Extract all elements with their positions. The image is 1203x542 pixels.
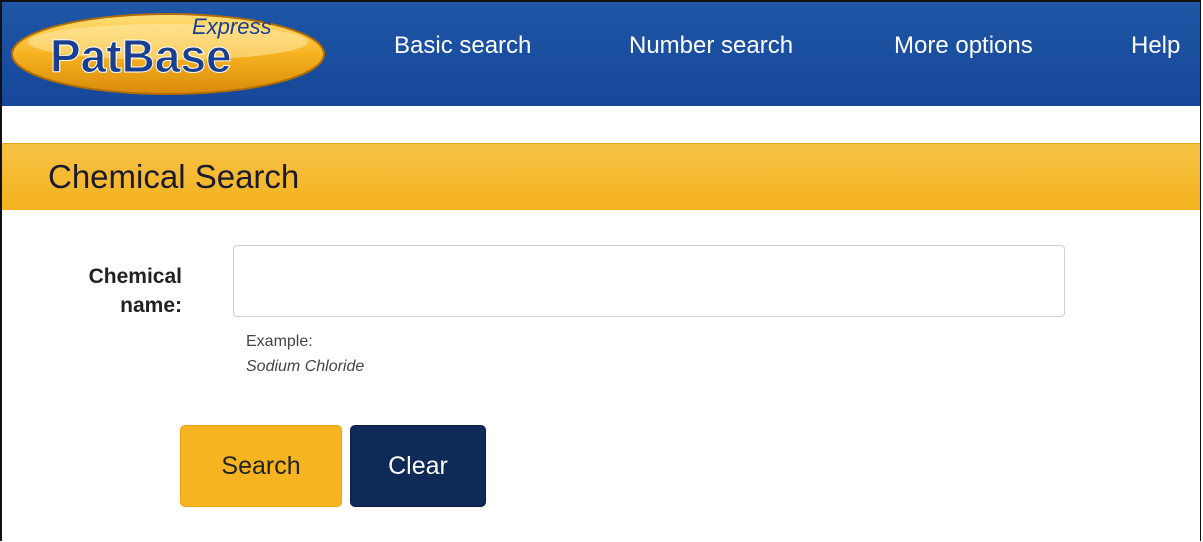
example-value: Sodium Chloride	[246, 358, 365, 375]
example-label: Example:	[246, 333, 313, 350]
clear-button[interactable]: Clear	[350, 425, 486, 507]
nav-basic-search[interactable]: Basic search	[394, 32, 531, 60]
svg-text:Express: Express	[192, 14, 271, 39]
patbase-express-logo[interactable]: PatBase Express	[10, 4, 326, 96]
page-frame: PatBase Express Basic search Number sear…	[0, 0, 1201, 541]
logo-graphic: PatBase Express	[11, 13, 325, 95]
chemical-name-input[interactable]	[233, 245, 1065, 317]
top-navbar: PatBase Express Basic search Number sear…	[2, 2, 1200, 106]
page-title: Chemical Search	[48, 158, 300, 195]
search-button[interactable]: Search	[180, 425, 342, 507]
page-header-bar: Chemical Search	[2, 143, 1200, 210]
chemical-name-label: Chemical name:	[88, 265, 182, 317]
nav-more-options[interactable]: More options	[894, 32, 1033, 60]
nav-help[interactable]: Help	[1131, 32, 1180, 60]
nav-number-search[interactable]: Number search	[629, 32, 793, 60]
